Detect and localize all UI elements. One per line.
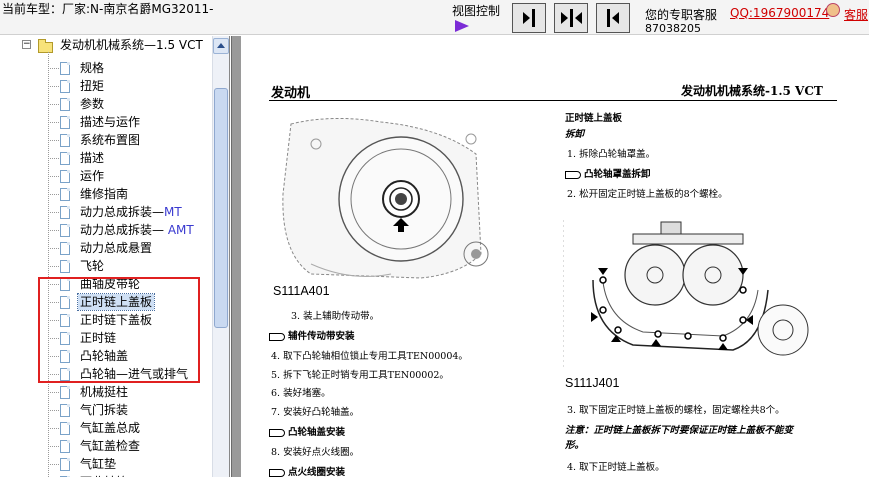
qq-link[interactable]: QQ:1967900174	[730, 6, 829, 20]
caution-note-cont: 形。	[565, 440, 585, 451]
document-icon	[60, 188, 70, 201]
document-icon	[60, 62, 70, 75]
figure-s111a401-crank-pulley	[271, 114, 496, 282]
tree-item[interactable]: 动力总成悬置	[78, 240, 154, 256]
document-icon	[60, 98, 70, 111]
document-icon	[60, 458, 70, 471]
document-icon	[60, 224, 70, 237]
section-title: 正时链上盖板	[565, 113, 623, 124]
current-car-model: 当前车型：厂家:N-南京名爵MG32011-	[2, 2, 214, 16]
tree-item[interactable]: 描述	[78, 150, 106, 166]
manual-page: 发动机 发动机机械系统-1.5 VCT S111A401 3. 装上辅助传动带。…	[241, 36, 869, 477]
section-heading: 辅件传动带安装	[269, 328, 355, 342]
scroll-up-button[interactable]	[213, 38, 229, 54]
tree-item[interactable]: 气门拆装	[78, 402, 130, 418]
tree-item[interactable]: 描述与运作	[78, 114, 142, 130]
customer-service-icon[interactable]	[826, 3, 840, 17]
document-icon	[60, 116, 70, 129]
view-control-label: 视图控制	[452, 4, 501, 18]
document-icon	[60, 170, 70, 183]
document-icon	[60, 260, 70, 273]
expert-service-label: 您的专职客服	[645, 8, 718, 22]
hand-pointer-icon	[269, 332, 285, 341]
section-heading: 凸轮轴罩盖拆卸	[565, 166, 651, 180]
section-heading: 点火线圈安装	[269, 464, 345, 477]
phone-number: 87038205	[645, 22, 701, 35]
tree-view: − 发动机机械系统—1.5 VCT 规格扭矩参数描述与运作系统布置图描述运作维修…	[0, 36, 212, 477]
section-subtitle: 拆卸	[565, 129, 585, 140]
tree-item[interactable]: 规格	[78, 60, 106, 76]
document-icon	[60, 386, 70, 399]
caution-note: 注意：正时链上盖板拆下时要保证正时链上盖板不能变	[565, 425, 794, 436]
hand-pointer-icon	[269, 428, 285, 437]
arrow-left-icon	[574, 12, 582, 24]
collapse-left-button[interactable]	[512, 3, 546, 33]
tree-item[interactable]: 气缸垫	[78, 456, 118, 472]
tree-item[interactable]: 动力总成拆装— AMT	[78, 222, 196, 238]
tree-item[interactable]: 扭矩	[78, 78, 106, 94]
tree-item[interactable]: 系统布置图	[78, 132, 142, 148]
top-toolbar: 当前车型：厂家:N-南京名爵MG32011- 视图控制 您的专职客服 QQ:19…	[0, 0, 869, 35]
sidebar-tree-panel: − 发动机机械系统—1.5 VCT 规格扭矩参数描述与运作系统布置图描述运作维修…	[0, 36, 230, 477]
document-icon	[60, 404, 70, 417]
tree-root-engine-mechanical[interactable]: 发动机机械系统—1.5 VCT	[58, 37, 205, 53]
document-icon	[60, 134, 70, 147]
hand-pointer-icon	[269, 468, 285, 477]
tree-item[interactable]: 气缸盖总成	[78, 420, 142, 436]
panel-splitter[interactable]	[231, 36, 241, 477]
document-icon	[60, 206, 70, 219]
folder-icon	[38, 39, 53, 53]
step-text: 装上辅助传动带。	[303, 311, 380, 322]
tree-item[interactable]: 维修指南	[78, 186, 130, 202]
figure-j-caption: S111J401	[565, 376, 620, 390]
tree-item[interactable]: 飞轮	[78, 258, 106, 274]
collapse-right-button[interactable]	[596, 3, 630, 33]
customer-service-link[interactable]: 客服	[844, 6, 868, 23]
page-header-right: 发动机机械系统-1.5 VCT	[681, 84, 823, 98]
section-heading: 凸轮轴盖安装	[269, 424, 345, 438]
hand-pointer-icon	[565, 170, 581, 179]
document-icon	[60, 422, 70, 435]
highlight-annotation-box	[38, 277, 200, 383]
header-rule	[269, 100, 837, 101]
document-icon	[60, 440, 70, 453]
collapse-expander[interactable]: −	[22, 40, 31, 49]
tree-item[interactable]: 机械挺柱	[78, 384, 130, 400]
document-icon	[60, 80, 70, 93]
tree-item[interactable]: 运作	[78, 168, 106, 184]
tree-item[interactable]: 动力总成拆装—MT	[78, 204, 184, 220]
tree-item[interactable]: 气缸盖检查	[78, 438, 142, 454]
arrow-right-icon	[560, 12, 568, 24]
document-icon	[60, 242, 70, 255]
arrow-left-icon	[612, 12, 619, 24]
figure-s111j401-timing-cover	[563, 220, 813, 370]
scrollbar-thumb[interactable]	[214, 88, 228, 328]
document-icon	[60, 152, 70, 165]
split-view-button[interactable]	[554, 3, 588, 33]
page-header-left: 发动机	[271, 86, 311, 101]
figure-a-caption: S111A401	[273, 284, 330, 298]
view-control-arrow-icon	[455, 20, 469, 32]
arrow-right-icon	[523, 12, 530, 24]
tree-item[interactable]: 参数	[78, 96, 106, 112]
